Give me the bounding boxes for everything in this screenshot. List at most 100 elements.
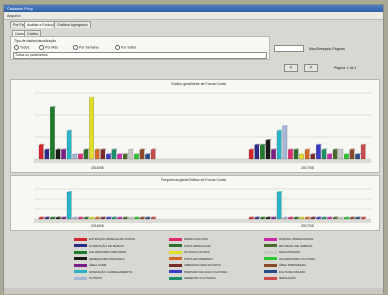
legend-item: PREPARO DE SOLO CULTURA [169, 270, 227, 275]
bar-top-5-1 [62, 148, 67, 150]
bar-series-5-cat-2 [271, 217, 276, 220]
legend-label: SEMENTE CULTIVADA [184, 276, 216, 280]
bar-series-4-cat-2 [265, 140, 271, 160]
bar-top-18-2 [345, 216, 350, 218]
bar-series-20-cat-2 [355, 154, 360, 160]
legend-label: PISTA EM PREPARO [184, 256, 213, 261]
chart-floor [34, 159, 371, 163]
bar-series-6-cat-2 [276, 191, 282, 220]
bar-top-18-1 [135, 153, 140, 155]
legend-swatch [74, 244, 87, 248]
bar-series-14-cat-2 [321, 149, 327, 160]
bar-series-13-cat-1 [106, 217, 111, 220]
chart2-title: Frequência geral/Gráfico de Forma Conta [161, 178, 226, 182]
bar-series-7-cat-2 [282, 217, 288, 220]
bar-series-1-cat-1 [38, 144, 44, 160]
pages-dropdown[interactable] [274, 45, 304, 52]
bar-top-11-1 [96, 216, 101, 218]
legend-item: ATRASO OPERACIONAL [264, 237, 314, 242]
legend-label: FALTA DE INSUMO [279, 269, 306, 274]
next-page-button[interactable]: > [304, 64, 318, 72]
bar-top-1-2 [250, 148, 255, 150]
bar-top-3-2 [261, 216, 266, 218]
bar-top-14-1 [112, 216, 118, 218]
bar-series-17-cat-2 [338, 217, 344, 220]
bar-series-19-cat-2 [349, 217, 355, 220]
bar-series-20-cat-1 [145, 154, 150, 160]
bar-top-13-2 [317, 143, 322, 145]
legend-swatch [264, 244, 277, 248]
bar-series-1-cat-2 [248, 149, 254, 160]
bar-top-2-1 [45, 148, 50, 150]
bar-top-11-2 [306, 216, 311, 218]
radio-icon [14, 45, 19, 50]
menu-bar: Arquivo [4, 12, 383, 20]
bar-top-10-2 [300, 153, 305, 155]
bar-top-16-1 [124, 153, 129, 155]
chart-floor [34, 219, 371, 223]
bar-top-1-1 [40, 216, 45, 218]
bar-series-11-cat-2 [304, 217, 310, 220]
bar-top-17-1 [129, 148, 134, 150]
bar-series-17-cat-1 [128, 217, 134, 220]
legend-label: PERDA CULTIVO [184, 237, 208, 241]
bar-top-8-2 [289, 148, 294, 150]
bar-top-20-2 [356, 153, 361, 155]
bar-series-13-cat-1 [106, 154, 111, 160]
bar-series-5-cat-1 [61, 149, 66, 160]
tab-graficos[interactable]: Gráficos Agregados [54, 21, 91, 28]
chart1-xlabel-2: 2017/05 [301, 166, 314, 170]
legend-swatch [74, 270, 87, 274]
bar-series-9-cat-2 [293, 217, 299, 220]
legend-label: AGUARDANDO CULTURA [279, 256, 316, 261]
bar-series-6-cat-1 [66, 191, 72, 220]
filter-field[interactable]: Todos os parâmetros [13, 52, 267, 59]
legend-swatch [169, 257, 182, 261]
bar-top-21-2 [362, 216, 367, 218]
bar-top-9-1 [84, 148, 90, 150]
legend-label: OUTROS [89, 276, 102, 280]
legend-item: MANUTENÇÃO [264, 250, 300, 255]
bar-series-12-cat-2 [310, 154, 316, 160]
bar-top-21-2 [362, 143, 367, 145]
bar-series-18-cat-1 [134, 154, 139, 160]
prev-page-button[interactable]: < [284, 64, 298, 72]
radio-por-semana[interactable]: Por Semana [73, 45, 98, 50]
legend-item: FALTA DE INSUMO [264, 270, 305, 275]
bar-top-5-1 [62, 216, 67, 218]
bar-series-5-cat-2 [271, 149, 276, 160]
bar-series-4-cat-1 [55, 149, 61, 160]
bar-top-8-1 [79, 153, 84, 155]
bar-top-10-2 [300, 216, 305, 218]
bar-top-19-1 [140, 148, 146, 150]
menu-item-arquivo[interactable]: Arquivo [7, 13, 21, 18]
bar-series-8-cat-2 [288, 217, 293, 220]
legend-item: OUTROS [74, 276, 102, 281]
bar-series-8-cat-1 [78, 217, 83, 220]
bar-top-4-2 [266, 139, 272, 141]
radio-icon [73, 45, 78, 50]
bar-series-14-cat-1 [111, 217, 117, 220]
legend-label: SEMEADURA ATRASADA [89, 256, 125, 261]
legend-label: ÁREA PREPARADA [279, 263, 307, 267]
bar-top-9-1 [84, 216, 90, 218]
legend-swatch [264, 237, 277, 241]
chart1-xlabel-1: 2016/05 [91, 166, 104, 170]
bar-series-9-cat-1 [83, 217, 89, 220]
bar-series-10-cat-1 [89, 217, 94, 220]
bar-series-16-cat-1 [122, 154, 128, 160]
legend-swatch [74, 263, 87, 267]
bar-top-9-2 [294, 148, 300, 150]
legend-item: PISTA EM PREPARO [169, 257, 213, 262]
legend-swatch [264, 263, 277, 267]
bar-series-3-cat-1 [50, 217, 55, 220]
radio-por-mes[interactable]: Por Mês [39, 45, 58, 50]
bar-top-20-1 [146, 216, 151, 218]
radio-por-safra[interactable]: Por Safra [115, 45, 136, 50]
legend-swatch [169, 250, 182, 254]
chart1-title: Gráfico geral/série de Forma Conta [171, 82, 226, 86]
radio-todos[interactable]: Todos [14, 45, 29, 50]
bar-top-4-1 [56, 148, 62, 150]
legend-item: LIBERADA PARA PLANTIO [169, 263, 221, 268]
bar-series-6-cat-1 [66, 130, 72, 160]
